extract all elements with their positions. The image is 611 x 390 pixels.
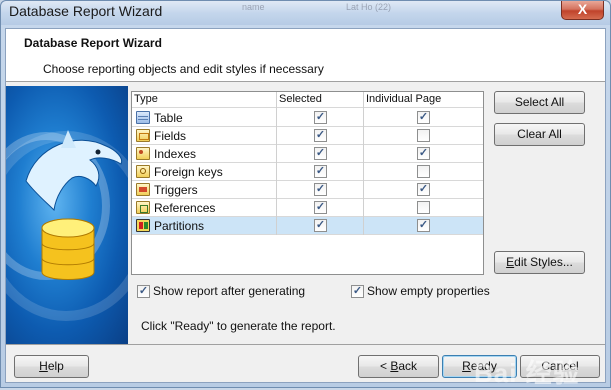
back-label: < bbox=[379, 359, 391, 373]
partitions-icon bbox=[136, 219, 150, 232]
row-label: Triggers bbox=[154, 183, 198, 197]
close-button[interactable]: X bbox=[561, 1, 604, 20]
show-report-checkbox[interactable] bbox=[137, 285, 150, 298]
grid-row-triggers[interactable]: Triggers bbox=[132, 181, 483, 199]
back-label-rest: ack bbox=[398, 359, 418, 373]
column-divider bbox=[363, 92, 364, 235]
selected-checkbox[interactable] bbox=[314, 183, 327, 196]
grid-row-table[interactable]: Table bbox=[132, 109, 483, 127]
individual-page-checkbox[interactable] bbox=[417, 147, 430, 160]
dolphin-database-icon bbox=[6, 130, 128, 321]
show-empty-properties-label[interactable]: Show empty properties bbox=[367, 284, 490, 298]
wizard-window: Database Report Wizard name Lat Ho (22) … bbox=[0, 0, 611, 388]
column-header-selected[interactable]: Selected bbox=[279, 93, 322, 105]
selected-checkbox[interactable] bbox=[314, 165, 327, 178]
report-objects-grid[interactable]: Type Selected Individual Page Table Fiel… bbox=[131, 91, 484, 275]
window-title: Database Report Wizard bbox=[9, 3, 163, 19]
help-button[interactable]: Help bbox=[14, 355, 89, 378]
watermark-logo: Bai 经验 bbox=[474, 358, 580, 388]
column-divider bbox=[276, 92, 277, 235]
help-label: elp bbox=[47, 359, 64, 373]
background-window-tabs: name Lat Ho (22) bbox=[196, 1, 556, 15]
individual-page-checkbox[interactable] bbox=[417, 165, 430, 178]
header-subtitle: Choose reporting objects and edit styles… bbox=[43, 62, 324, 76]
column-header-individual-page[interactable]: Individual Page bbox=[366, 93, 441, 105]
triggers-icon bbox=[136, 183, 150, 196]
show-report-label[interactable]: Show report after generating bbox=[153, 284, 305, 298]
column-header-type[interactable]: Type bbox=[134, 93, 158, 105]
references-icon bbox=[136, 201, 150, 214]
row-label: Foreign keys bbox=[154, 165, 223, 179]
selected-checkbox[interactable] bbox=[314, 219, 327, 232]
foreign-keys-icon bbox=[136, 165, 150, 178]
back-button[interactable]: < Back bbox=[358, 355, 439, 378]
individual-page-checkbox[interactable] bbox=[417, 129, 430, 142]
background-tab: Lat Ho (22) bbox=[346, 2, 392, 12]
edit-styles-button[interactable]: Edit Styles... bbox=[494, 251, 585, 274]
dolphin-logo-image bbox=[6, 86, 128, 344]
grid-row-partitions[interactable]: Partitions bbox=[132, 217, 483, 235]
footer-divider bbox=[6, 344, 605, 345]
help-mnemonic: H bbox=[39, 359, 48, 373]
wizard-header: Database Report Wizard Choose reporting … bbox=[6, 29, 605, 82]
selected-checkbox[interactable] bbox=[314, 147, 327, 160]
selected-checkbox[interactable] bbox=[314, 129, 327, 142]
row-label: Table bbox=[154, 111, 183, 125]
close-icon: X bbox=[577, 1, 588, 17]
edit-styles-label: dit Styles... bbox=[514, 255, 573, 269]
individual-page-checkbox[interactable] bbox=[417, 111, 430, 124]
grid-row-indexes[interactable]: Indexes bbox=[132, 145, 483, 163]
grid-row-fields[interactable]: Fields bbox=[132, 127, 483, 145]
individual-page-checkbox[interactable] bbox=[417, 201, 430, 214]
ready-mnemonic: R bbox=[462, 359, 471, 373]
grid-row-references[interactable]: References bbox=[132, 199, 483, 217]
clear-all-button[interactable]: Clear All bbox=[494, 123, 585, 146]
row-label: Indexes bbox=[154, 147, 197, 161]
grid-header: Type Selected Individual Page bbox=[132, 92, 483, 108]
grid-row-foreign-keys[interactable]: Foreign keys bbox=[132, 163, 483, 181]
instruction-text: Click "Ready" to generate the report. bbox=[141, 319, 336, 333]
title-bar[interactable]: Database Report Wizard name Lat Ho (22) … bbox=[1, 1, 610, 25]
row-label: Partitions bbox=[154, 219, 205, 233]
fields-icon bbox=[136, 129, 150, 142]
individual-page-checkbox[interactable] bbox=[417, 183, 430, 196]
row-label: Fields bbox=[154, 129, 187, 143]
select-all-button[interactable]: Select All bbox=[494, 91, 585, 114]
show-empty-properties-checkbox[interactable] bbox=[351, 285, 364, 298]
background-tab: name bbox=[242, 2, 265, 12]
edit-styles-mnemonic: E bbox=[506, 255, 515, 269]
selected-checkbox[interactable] bbox=[314, 201, 327, 214]
row-label: References bbox=[154, 201, 216, 215]
dialog-client: Database Report Wizard Choose reporting … bbox=[5, 28, 606, 388]
table-icon bbox=[136, 111, 150, 124]
indexes-icon bbox=[136, 147, 150, 160]
selected-checkbox[interactable] bbox=[314, 111, 327, 124]
header-title: Database Report Wizard bbox=[24, 36, 162, 50]
individual-page-checkbox[interactable] bbox=[417, 219, 430, 232]
